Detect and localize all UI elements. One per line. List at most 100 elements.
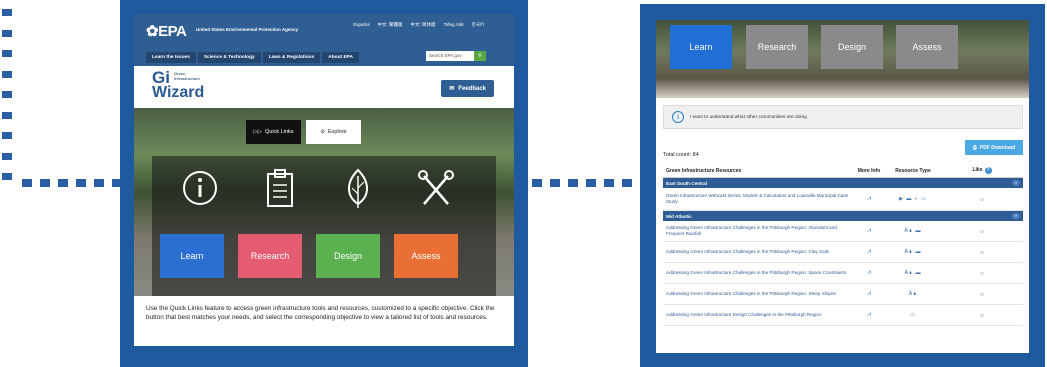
learn-label: Learn [180, 251, 204, 261]
nav-laws-regulations[interactable]: Laws & Regulations [262, 52, 321, 63]
resource-type-icons: Ä∎ ▬ [904, 228, 922, 234]
search-input[interactable]: Search EPA.gov [426, 51, 474, 61]
more-info-icon[interactable]: ⩘ [867, 248, 871, 255]
like-icon[interactable]: ⌀ [980, 292, 984, 298]
tab-quick-links[interactable]: ▷▷ Quick Links [246, 120, 301, 144]
col-more-info[interactable]: More Info [853, 168, 885, 174]
table-row: Green Infrastructure Webcast Series: Mod… [663, 188, 1023, 211]
col-like[interactable]: Like? [941, 167, 1023, 174]
assess-button[interactable]: Assess [896, 25, 958, 69]
col-like-label: Like [972, 167, 983, 173]
resource-type-icons: Ä∎ ▬ [904, 270, 922, 276]
language-link[interactable]: 中文: 简体版 [411, 22, 436, 28]
connector-dash [40, 179, 50, 187]
connector-dash [2, 132, 12, 139]
main-nav: Learn the Issues Science & Technology La… [146, 52, 359, 63]
resource-link[interactable]: Addressing Green Infrastructure Design C… [663, 312, 853, 318]
language-links: Español 中文: 繁體版 中文: 简体版 Tiếng Việt 한국어 [353, 22, 484, 28]
pdf-download-button[interactable]: ⎙ PDF Download [965, 140, 1023, 155]
screenshot-quick-links: ✿EPA United States Environmental Protect… [134, 14, 514, 346]
search-button[interactable]: ⚲ [474, 51, 486, 61]
pdf-icon: ⎙ [972, 144, 977, 151]
connector-dash [2, 112, 12, 119]
screenshot-frame-results: Learn Research Design Assess i I want to… [640, 4, 1045, 367]
col-resources[interactable]: Green Infrastructure Resources [663, 168, 853, 174]
connector-dash [2, 30, 12, 37]
connector-dash [58, 179, 68, 187]
resource-type-icons: ▭ [910, 312, 916, 318]
resource-link[interactable]: Green Infrastructure Webcast Series: Mod… [663, 193, 853, 205]
resource-link[interactable]: Addressing Green Infrastructure Challeng… [663, 225, 853, 237]
resource-link[interactable]: Addressing Green Infrastructure Challeng… [663, 270, 853, 276]
assess-label: Assess [411, 251, 441, 261]
info-icon: i [672, 111, 684, 123]
results-hero: Learn Research Design Assess [656, 20, 1029, 98]
resource-type-icons: Ä∎ ▬ [904, 249, 922, 255]
like-icon[interactable]: ⌀ [980, 197, 984, 203]
nav-science-technology[interactable]: Science & Technology [197, 52, 261, 63]
table-row: Addressing Green Infrastructure Design C… [663, 305, 1023, 326]
compass-icon: ⊘ [320, 129, 325, 135]
resource-link[interactable]: Addressing Green Infrastructure Challeng… [663, 249, 853, 255]
language-link[interactable]: Español [353, 22, 369, 28]
group-header[interactable]: East South Central ˄ [663, 178, 1023, 188]
group-header[interactable]: Mid Atlantic ˄ [663, 211, 1023, 221]
resource-link[interactable]: Addressing Green Infrastructure Challeng… [663, 291, 853, 297]
col-resource-type[interactable]: Resource Type [885, 168, 941, 174]
resource-type-icons: Ä∎ [908, 291, 918, 297]
tab-explore[interactable]: ⊘ Explore [306, 120, 361, 144]
connector-dash [2, 50, 12, 57]
design-button[interactable]: Design [316, 234, 380, 278]
like-icon[interactable]: ⌀ [980, 313, 984, 319]
connector-dash [586, 179, 596, 187]
design-button[interactable]: Design [821, 25, 883, 69]
gi-logo-subtitle: Green Infrastructure [174, 71, 201, 81]
gi-wizard-logo[interactable]: Gi Green Infrastructure Wizard [152, 69, 205, 101]
research-label: Research [757, 42, 797, 52]
collapse-icon[interactable]: ˄ [1012, 213, 1020, 219]
connector-dash [532, 179, 542, 187]
more-info-icon[interactable]: ⩘ [867, 269, 871, 276]
connector-dash [550, 179, 560, 187]
epa-flower-icon: ✿ [146, 23, 159, 40]
more-info-icon[interactable]: ⩘ [867, 311, 871, 318]
like-icon[interactable]: ⌀ [980, 229, 984, 235]
nav-about-epa[interactable]: About EPA [322, 52, 359, 63]
nav-learn-issues[interactable]: Learn the Issues [146, 52, 196, 63]
resources-table: Green Infrastructure Resources More Info… [663, 164, 1023, 326]
screenshot-results: Learn Research Design Assess i I want to… [656, 20, 1029, 353]
learn-label: Learn [689, 42, 713, 52]
objective-text: I want to understand what other communit… [690, 114, 807, 120]
learn-button[interactable]: Learn [160, 234, 224, 278]
agency-name: United States Environmental Protection A… [196, 27, 299, 32]
research-button[interactable]: Research [746, 25, 808, 69]
search-icon: ⚲ [478, 53, 482, 59]
connector-dash [622, 179, 632, 187]
language-link[interactable]: 中文: 繁體版 [378, 22, 403, 28]
objective-box: i I want to understand what other commun… [663, 105, 1023, 129]
language-link[interactable]: 한국어 [472, 22, 484, 28]
research-button[interactable]: Research [238, 234, 302, 278]
more-info-icon[interactable]: ⩘ [867, 195, 871, 202]
more-info-icon[interactable]: ⩘ [867, 227, 871, 234]
group-name: East South Central [666, 180, 708, 186]
epa-logo[interactable]: ✿EPA [146, 22, 187, 40]
learn-button[interactable]: Learn [670, 25, 732, 69]
connector-dash [2, 173, 12, 180]
like-icon[interactable]: ⌀ [980, 271, 984, 277]
connector-dash [2, 9, 12, 16]
like-icon[interactable]: ⌀ [980, 250, 984, 256]
gi-logo-wizard: Wizard [152, 84, 205, 101]
more-info-icon[interactable]: ⩘ [867, 290, 871, 297]
table-row: Addressing Green Infrastructure Challeng… [663, 242, 1023, 263]
language-link[interactable]: Tiếng Việt [444, 22, 464, 28]
help-icon[interactable]: ? [984, 167, 992, 174]
envelope-icon: ✉ [449, 86, 455, 92]
table-row: Addressing Green Infrastructure Challeng… [663, 263, 1023, 284]
connector-dash [2, 91, 12, 98]
assess-button[interactable]: Assess [394, 234, 458, 278]
tab-explore-label: Explore [327, 129, 347, 135]
collapse-icon[interactable]: ˄ [1012, 180, 1020, 186]
feedback-button[interactable]: ✉ Feedback [441, 80, 494, 97]
clipboard-icon [267, 169, 293, 207]
